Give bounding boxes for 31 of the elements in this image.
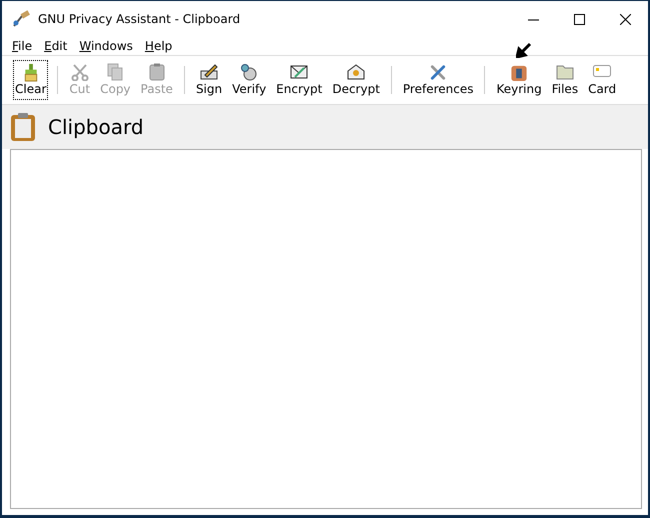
- scissors-icon: [70, 63, 89, 81]
- card-icon: [592, 63, 612, 79]
- encrypt-toolbar-button[interactable]: Encrypt: [274, 60, 324, 100]
- copy-icon: [106, 63, 124, 81]
- pen-icon: [199, 63, 220, 81]
- decrypt-toolbar-button[interactable]: Decrypt: [330, 60, 382, 100]
- app-icon: [12, 10, 30, 28]
- keyring-toolbar-button[interactable]: Keyring: [494, 60, 544, 100]
- arrow-icon: [516, 42, 532, 58]
- clipboard-icon: [10, 112, 36, 142]
- menu-item[interactable]: File: [6, 39, 38, 53]
- prefs-toolbar-button[interactable]: Preferences: [400, 60, 476, 100]
- keyring-icon: [509, 63, 530, 82]
- envelope-icon: [289, 63, 310, 81]
- close-icon: [620, 14, 630, 24]
- menu-item[interactable]: Edit: [38, 39, 74, 53]
- verify-toolbar-button[interactable]: Verify: [230, 60, 268, 100]
- window-title: GNU Privacy Assistant - Clipboard: [38, 12, 242, 26]
- card-toolbar-button[interactable]: Card: [586, 60, 618, 100]
- clear-toolbar-button[interactable]: Clear: [13, 60, 48, 100]
- page-title: Clipboard: [48, 115, 144, 139]
- envelope-icon: [346, 63, 366, 81]
- clipboard-text-area[interactable]: [10, 149, 642, 509]
- menu-item[interactable]: Windows: [73, 39, 139, 53]
- sign-toolbar-button[interactable]: Sign: [194, 60, 224, 100]
- folder-icon: [554, 63, 575, 81]
- clipboard-icon: [148, 63, 165, 81]
- seal-icon: [239, 63, 260, 81]
- maximize-icon: [574, 14, 584, 24]
- menu-item[interactable]: Help: [138, 39, 178, 53]
- files-toolbar-button[interactable]: Files: [550, 60, 580, 100]
